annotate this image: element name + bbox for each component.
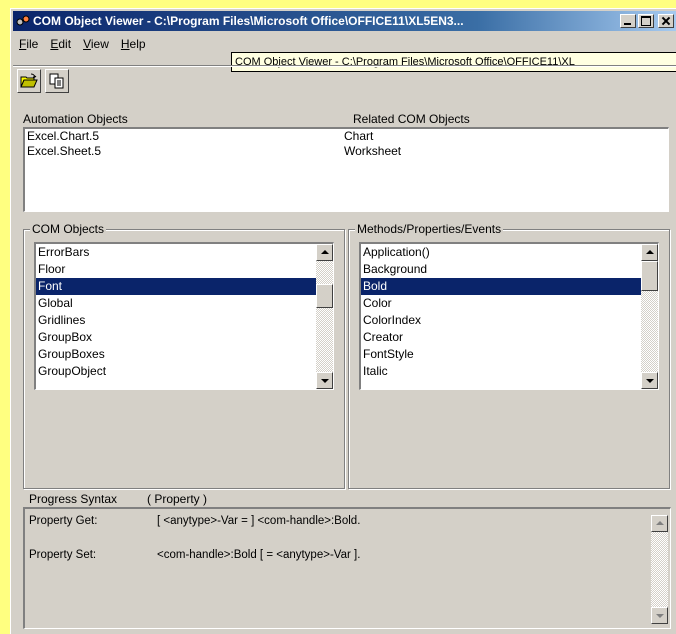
list-item[interactable]: FontStyle bbox=[361, 346, 658, 363]
menu-file[interactable]: File bbox=[13, 35, 44, 53]
menu-bar: File Edit View Help bbox=[13, 35, 152, 53]
scroll-up-button[interactable] bbox=[641, 244, 658, 261]
copy-icon bbox=[49, 73, 64, 89]
syntax-text-area[interactable]: Property Get: [ <anytype>-Var = ] <com-h… bbox=[23, 507, 671, 629]
maximize-button[interactable] bbox=[638, 14, 654, 28]
copy-button[interactable] bbox=[45, 69, 69, 93]
toolbar-separator bbox=[13, 65, 676, 67]
menu-help[interactable]: Help bbox=[115, 35, 152, 53]
scroll-down-button[interactable] bbox=[651, 607, 668, 624]
list-item[interactable]: Excel.Chart.5 Chart bbox=[25, 129, 668, 144]
scroll-thumb[interactable] bbox=[641, 261, 658, 291]
com-objects-group: COM Objects ErrorBars Floor Font Global … bbox=[23, 222, 345, 489]
list-item[interactable]: GroupBox bbox=[36, 329, 333, 346]
list-item[interactable]: ColorIndex bbox=[361, 312, 658, 329]
menu-view[interactable]: View bbox=[77, 35, 115, 53]
com-objects-list[interactable]: ErrorBars Floor Font Global Gridlines Gr… bbox=[34, 242, 334, 390]
list-item[interactable]: Application() bbox=[361, 244, 658, 261]
list-item[interactable]: Color bbox=[361, 295, 658, 312]
list-item[interactable]: Excel.Sheet.5 Worksheet bbox=[25, 144, 668, 159]
list-item[interactable]: Floor bbox=[36, 261, 333, 278]
app-icon bbox=[16, 15, 30, 26]
scroll-thumb[interactable] bbox=[316, 284, 333, 308]
scroll-up-button[interactable] bbox=[651, 515, 668, 532]
methods-scrollbar[interactable] bbox=[641, 244, 658, 389]
scroll-down-button[interactable] bbox=[316, 372, 333, 389]
com-objects-title: COM Objects bbox=[30, 222, 107, 236]
list-item[interactable]: Background bbox=[361, 261, 658, 278]
list-item[interactable]: Global bbox=[36, 295, 333, 312]
automation-objects-list[interactable]: Excel.Chart.5 Chart Excel.Sheet.5 Worksh… bbox=[23, 127, 669, 212]
list-item[interactable]: Gridlines bbox=[36, 312, 333, 329]
open-folder-icon bbox=[20, 73, 38, 88]
com-object-viewer-window: COM Object Viewer - C:\Program Files\Mic… bbox=[10, 8, 676, 634]
property-get-value: [ <anytype>-Var = ] <com-handle>:Bold. bbox=[157, 515, 361, 527]
methods-title: Methods/Properties/Events bbox=[355, 222, 504, 236]
menu-edit[interactable]: Edit bbox=[44, 35, 77, 53]
property-get-line: Property Get: [ <anytype>-Var = ] <com-h… bbox=[29, 515, 361, 527]
title-tooltip: COM Object Viewer - C:\Program Files\Mic… bbox=[231, 52, 676, 72]
syntax-scrollbar[interactable] bbox=[651, 515, 668, 624]
automation-objects-header: Automation Objects bbox=[23, 112, 128, 126]
related-com-objects-header: Related COM Objects bbox=[353, 112, 470, 126]
list-item[interactable]: Italic bbox=[361, 363, 658, 380]
window-title: COM Object Viewer - C:\Program Files\Mic… bbox=[33, 14, 464, 28]
open-button[interactable] bbox=[17, 69, 41, 93]
methods-list[interactable]: Application() Background Bold Color Colo… bbox=[359, 242, 659, 390]
syntax-kind-label: ( Property ) bbox=[147, 492, 208, 506]
list-item[interactable]: Creator bbox=[361, 329, 658, 346]
list-item[interactable]: GroupBoxes bbox=[36, 346, 333, 363]
methods-group: Methods/Properties/Events Application() … bbox=[348, 222, 670, 489]
minimize-button[interactable] bbox=[620, 14, 636, 28]
title-bar[interactable]: COM Object Viewer - C:\Program Files\Mic… bbox=[13, 11, 676, 31]
close-button[interactable] bbox=[658, 14, 674, 28]
list-item-selected[interactable]: Font bbox=[36, 278, 333, 295]
scroll-down-button[interactable] bbox=[641, 372, 658, 389]
progress-syntax-label: Progress Syntax bbox=[29, 492, 118, 506]
property-set-line: Property Set: <com-handle>:Bold [ = <any… bbox=[29, 549, 361, 561]
list-item-selected[interactable]: Bold bbox=[361, 278, 658, 295]
com-objects-scrollbar[interactable] bbox=[316, 244, 333, 389]
list-item[interactable]: ErrorBars bbox=[36, 244, 333, 261]
property-set-value: <com-handle>:Bold [ = <anytype>-Var ]. bbox=[157, 549, 361, 561]
scroll-up-button[interactable] bbox=[316, 244, 333, 261]
list-item[interactable]: GroupObject bbox=[36, 363, 333, 380]
